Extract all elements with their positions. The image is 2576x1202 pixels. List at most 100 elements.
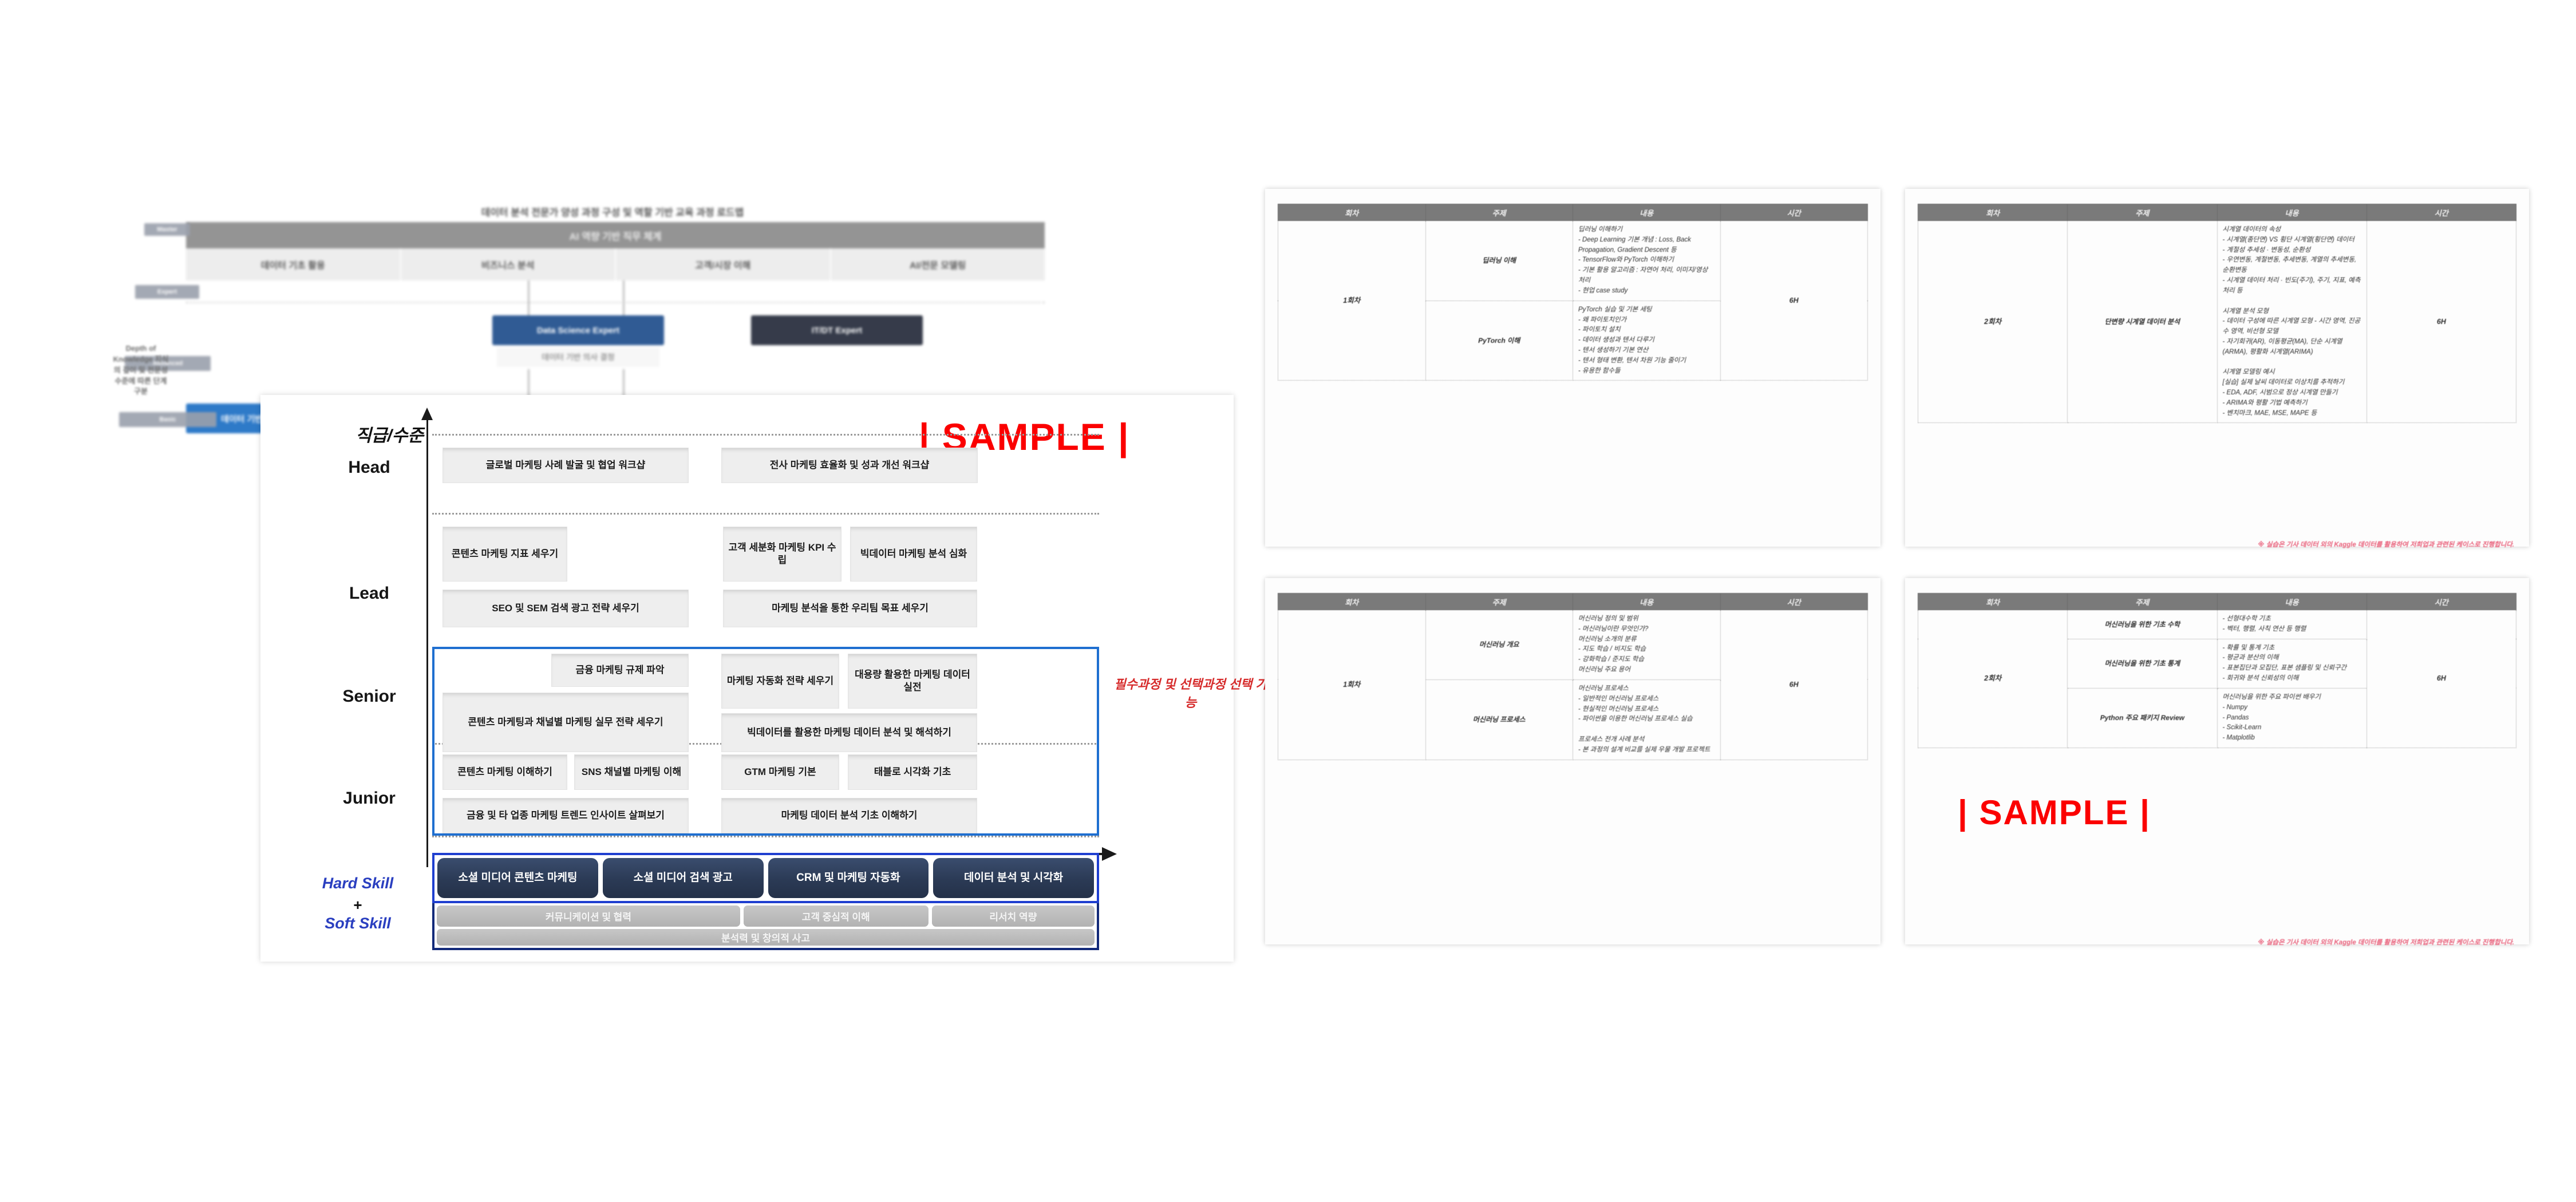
level-label-senior: Senior — [342, 687, 396, 706]
course-chip[interactable]: 고객 세분화 마케팅 KPI 수립 — [723, 527, 841, 582]
soft-skill-row-2: 분석력 및 창의적 사고 — [437, 928, 1095, 946]
cell-content: 딥러닝 이해하기 - Deep Learning 기본 개념 : Loss, B… — [1578, 226, 1708, 294]
table-header-content: 내용 — [2217, 204, 2367, 221]
y-axis-arrow-icon — [421, 408, 433, 420]
table-header-time: 시간 — [2366, 593, 2517, 610]
background-column-row: 데이터 기초 활용 비즈니스 분석 고객/시장 이해 AI/전문 모델링 — [186, 248, 1045, 280]
cell-content: 머신러닝을 위한 주요 파이썬 배우기 - Numpy - Pandas - S… — [2222, 693, 2321, 742]
background-sub-caption: 데이터 기반 의사 결정 — [497, 347, 659, 367]
document-footnote: ※ 실습은 기사 데이터 외의 Kaggle 데이터를 활용하여 저희업과 관련… — [2258, 541, 2514, 548]
background-column-2: 고객/시장 이해 — [616, 248, 831, 280]
curriculum-documents-area: 회차 주제 내용 시간 1회차 딥러닝 이해 딥러닝 이해하기 - Deep L… — [1259, 189, 2536, 990]
course-chip[interactable]: 빅데이터 마케팅 분석 심화 — [850, 527, 977, 582]
selectable-courses-note: 필수과정 및 선택과정 선택 가능 — [1114, 677, 1267, 710]
sample-watermark: | SAMPLE | — [1958, 793, 2151, 832]
left-composite-figure: 데이터 분석 전문가 양성 과정 구성 및 역할 기반 교육 과정 로드맵 AI… — [0, 0, 1267, 1202]
level-separator-top — [432, 434, 1099, 436]
course-chip[interactable]: 콘텐츠 마케팅 지표 세우기 — [442, 527, 567, 582]
table-header-content: 내용 — [1573, 204, 1721, 221]
soft-skill-rows: 커뮤니케이션 및 협력 고객 중심적 이해 리서치 역량 분석력 및 창의적 사… — [432, 903, 1099, 950]
table-row: 1회차 머신러닝 개요 머신러닝 정의 및 범위 - 머신러닝이란 무엇인가? … — [1278, 610, 1868, 760]
background-connector-b — [623, 280, 625, 316]
hard-skill-item[interactable]: 소셜 미디어 검색 광고 — [602, 858, 764, 898]
table-header-topic: 주제 — [2067, 204, 2218, 221]
table-row: 2회차 머신러닝을 위한 기초 수학 - 선형대수학 기초 - 벡터, 행렬, … — [1917, 610, 2517, 748]
background-band-label: AI 역량 기반 직무 체계 — [186, 222, 1045, 248]
hard-skill-item[interactable]: CRM 및 마케팅 자동화 — [768, 858, 929, 898]
cell-content: 머신러닝 프로세스 - 일반적인 머신러닝 프로세스 - 현실적인 머신러닝 프… — [1578, 685, 1710, 753]
schedule-table: 회차 주제 내용 시간 2회차 단변량 시계열 데이터 분석 시계열 데이터의 … — [1917, 204, 2517, 424]
table-header-content: 내용 — [2217, 593, 2367, 610]
schedule-table: 회차 주제 내용 시간 1회차 머신러닝 개요 머신러닝 정의 및 범위 - 머… — [1278, 593, 1868, 760]
table-header-session: 회차 — [1278, 204, 1426, 221]
course-chip[interactable]: 전사 마케팅 효율화 및 성과 개선 워크샵 — [721, 448, 978, 483]
table-row: 2회차 단변량 시계열 데이터 분석 시계열 데이터의 속성 - 시계열(종단면… — [1917, 220, 2517, 424]
soft-skill-item[interactable]: 리서치 역량 — [931, 906, 1095, 927]
cell-time: 6H — [2366, 610, 2517, 748]
cell-topic: 머신러닝 개요 — [1425, 610, 1573, 680]
cell-topic: 딥러닝 이해 — [1425, 220, 1573, 301]
table-header-topic: 주제 — [1425, 593, 1573, 610]
table-header-session: 회차 — [1278, 593, 1426, 610]
schedule-table: 회차 주제 내용 시간 1회차 딥러닝 이해 딥러닝 이해하기 - Deep L… — [1278, 204, 1868, 381]
cell-topic: 단변량 시계열 데이터 분석 — [2067, 220, 2218, 424]
course-chip[interactable]: 금융 및 타 업종 마케팅 트렌드 인사이트 살펴보기 — [442, 798, 689, 833]
course-chip[interactable]: 마케팅 자동화 전략 세우기 — [721, 654, 839, 709]
cell-session: 2회차 — [1917, 610, 2068, 748]
course-chip[interactable]: 대용량 활용한 마케팅 데이터 실전 — [848, 654, 977, 709]
background-pyramid: Master Expert Advanced Basic — [119, 223, 216, 429]
course-chip[interactable]: 마케팅 데이터 분석 기초 이해하기 — [721, 798, 977, 833]
background-pill-it-dt-expert: IT/DT Expert — [751, 315, 923, 345]
cell-topic: Python 주요 패키지 Review — [2067, 687, 2218, 748]
background-axis-label: Depth of Knowledge 지식의 깊이 및 전문성 수준에 따른 단… — [113, 344, 169, 396]
course-chip[interactable]: GTM 마케팅 기본 — [721, 754, 839, 790]
competency-matrix-card: 직급/수준 핵심 직무 역량 | SAMPLE | Head Lead Seni… — [260, 395, 1267, 962]
cell-content: PyTorch 실습 및 기본 세팅 - 왜 파이토치인가 - 파이토치 설치 … — [1578, 306, 1686, 374]
cell-time: 6H — [1720, 220, 1868, 381]
table-header-topic: 주제 — [1425, 204, 1573, 221]
course-chip[interactable]: SNS 채널별 마케팅 이해 — [574, 754, 689, 790]
level-separator-head-lead — [432, 513, 1099, 515]
hard-skill-label: Hard Skill — [322, 875, 394, 892]
background-column-1: 비즈니스 분석 — [401, 248, 616, 280]
course-chip[interactable]: 금융 마케팅 규제 파악 — [551, 654, 689, 687]
course-chip[interactable]: 빅데이터를 활용한 마케팅 데이터 분석 및 해석하기 — [721, 713, 977, 752]
course-chip[interactable]: SEO 및 SEM 검색 광고 전략 세우기 — [442, 590, 689, 627]
soft-skill-item[interactable]: 고객 중심적 이해 — [743, 906, 929, 927]
y-axis-title: 직급/수준 — [355, 426, 424, 445]
level-separator-bottom — [432, 836, 1099, 837]
course-chip[interactable]: 글로벌 마케팅 사례 발굴 및 협업 워크샵 — [442, 448, 689, 483]
table-row: 1회차 딥러닝 이해 딥러닝 이해하기 - Deep Learning 기본 개… — [1278, 220, 1868, 381]
cell-content: - 선형대수학 기초 - 벡터, 행렬, 사칙 연산 등 행렬 — [2222, 615, 2306, 632]
course-chip[interactable]: 콘텐츠 마케팅과 채널별 마케팅 실무 전략 세우기 — [442, 693, 689, 752]
level-label-lead: Lead — [349, 584, 390, 603]
cell-topic: PyTorch 이해 — [1425, 300, 1573, 381]
cell-topic: 머신러닝을 위한 기초 수학 — [2067, 610, 2218, 639]
table-header-content: 내용 — [1573, 593, 1721, 610]
course-chip[interactable]: 태블로 시각화 기초 — [848, 754, 977, 790]
soft-skill-item[interactable]: 커뮤니케이션 및 협력 — [437, 906, 740, 927]
hard-skill-item[interactable]: 소셜 미디어 콘텐츠 마케팅 — [437, 858, 598, 898]
core-skill-block: 소셜 미디어 콘텐츠 마케팅 소셜 미디어 검색 광고 CRM 및 마케팅 자동… — [432, 853, 1099, 950]
curriculum-document-1[interactable]: 회차 주제 내용 시간 1회차 딥러닝 이해 딥러닝 이해하기 - Deep L… — [1265, 189, 1880, 547]
table-header-time: 시간 — [1720, 204, 1868, 221]
y-axis-line — [426, 418, 428, 867]
table-header-time: 시간 — [1720, 593, 1868, 610]
curriculum-document-2[interactable]: 회차 주제 내용 시간 2회차 단변량 시계열 데이터 분석 시계열 데이터의 … — [1905, 189, 2529, 548]
schedule-table: 회차 주제 내용 시간 2회차 머신러닝을 위한 기초 수학 - 선형대수학 기… — [1917, 593, 2517, 748]
background-column-3: AI/전문 모델링 — [910, 261, 966, 271]
curriculum-document-3[interactable]: 회차 주제 내용 시간 1회차 머신러닝 개요 머신러닝 정의 및 범위 - 머… — [1265, 578, 1880, 944]
course-chip[interactable]: 마케팅 분석을 통한 우리팀 목표 세우기 — [723, 590, 977, 627]
curriculum-document-4[interactable]: 회차 주제 내용 시간 2회차 머신러닝을 위한 기초 수학 - 선형대수학 기… — [1905, 578, 2529, 946]
course-chip[interactable]: 콘텐츠 마케팅 이해하기 — [442, 754, 567, 790]
cell-session: 1회차 — [1278, 610, 1426, 760]
soft-skill-item[interactable]: 분석력 및 창의적 사고 — [437, 928, 1095, 946]
soft-skill-label: Soft Skill — [325, 915, 391, 932]
soft-skill-row-1: 커뮤니케이션 및 협력 고객 중심적 이해 리서치 역량 — [437, 906, 1095, 927]
table-header-topic: 주제 — [2067, 593, 2218, 610]
hard-skill-item[interactable]: 데이터 분석 및 시각화 — [933, 858, 1094, 898]
level-label-head: Head — [348, 458, 390, 477]
skill-plus-sign: + — [353, 896, 362, 914]
pyramid-level-basic: Basic — [119, 412, 216, 427]
background-slide-title: 데이터 분석 전문가 양성 과정 구성 및 역할 기반 교육 과정 로드맵 — [481, 207, 744, 218]
